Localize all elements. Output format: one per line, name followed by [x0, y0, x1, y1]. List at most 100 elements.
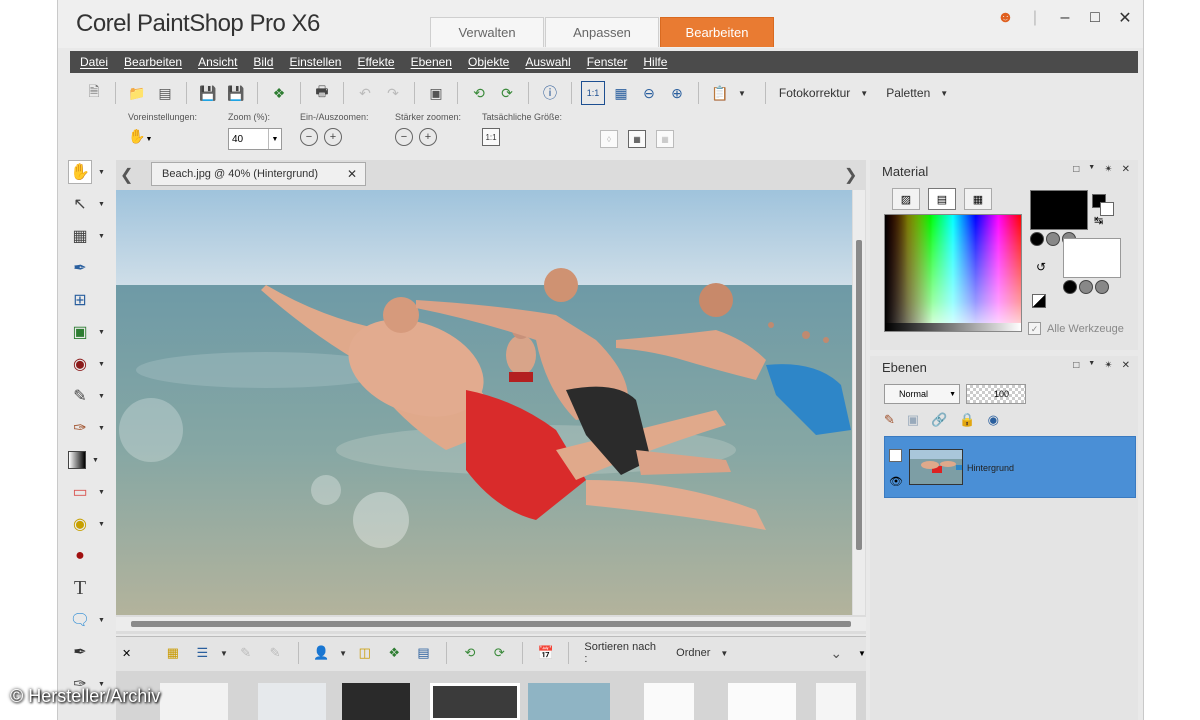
- makeover-tool[interactable]: ✎ ▼: [68, 382, 112, 410]
- chevron-down-icon[interactable]: ▼: [720, 649, 728, 658]
- menu-datei[interactable]: Datei: [80, 55, 108, 69]
- menu-ebenen[interactable]: Ebenen: [411, 55, 452, 69]
- chevron-down-icon[interactable]: ▼: [339, 649, 347, 658]
- swap-colors-icon[interactable]: ↺: [1036, 260, 1046, 274]
- color-spectrum[interactable]: [884, 214, 1022, 332]
- chevron-down-icon[interactable]: ▼: [98, 489, 105, 496]
- chevron-down-icon[interactable]: ▼: [268, 129, 281, 149]
- menu-bild[interactable]: Bild: [253, 55, 273, 69]
- zoom-out-icon[interactable]: ⊖: [637, 81, 661, 105]
- pattern-icon[interactable]: [1095, 280, 1109, 294]
- close-icon[interactable]: ✕: [1122, 360, 1130, 371]
- batch-icon[interactable]: ▤: [412, 641, 435, 665]
- user-icon[interactable]: ☻: [997, 9, 1014, 27]
- share-icon[interactable]: ❖: [382, 641, 405, 665]
- save-icon[interactable]: 💾: [196, 81, 220, 105]
- chevron-down-icon[interactable]: ▼: [98, 233, 105, 240]
- layer-row-hintergrund[interactable]: 👁 Hintergrund: [884, 436, 1136, 498]
- menu-objekte[interactable]: Objekte: [468, 55, 509, 69]
- selection-tool[interactable]: ▦ ▼: [68, 222, 112, 250]
- sort-select[interactable]: Ordner: [676, 647, 710, 659]
- layer-effects-icon[interactable]: ◉: [988, 412, 999, 428]
- chevron-down-icon[interactable]: ▼: [1088, 360, 1095, 371]
- new-layer-icon[interactable]: ✎: [884, 412, 895, 428]
- fit-window-icon[interactable]: ▦: [609, 81, 633, 105]
- color-icon[interactable]: [1030, 232, 1044, 246]
- pen-tool[interactable]: ✒: [68, 638, 112, 666]
- thumbnail-selected[interactable]: [430, 683, 520, 720]
- save-as-icon[interactable]: 💾: [224, 81, 248, 105]
- move-tool[interactable]: ▣ ▼: [68, 318, 112, 346]
- foreground-swatch[interactable]: [1030, 190, 1088, 230]
- thumbnail[interactable]: [342, 683, 410, 720]
- horizontal-scrollbar[interactable]: [116, 617, 866, 631]
- chevron-down-icon[interactable]: ▼: [1088, 164, 1095, 175]
- all-tools-option[interactable]: ✓ Alle Werkzeuge: [1028, 322, 1124, 335]
- thumbnail[interactable]: [728, 683, 796, 720]
- chevron-down-icon[interactable]: ▼: [858, 649, 866, 658]
- swap-icon[interactable]: ↹: [1094, 214, 1103, 227]
- all-tools-checkbox[interactable]: ✓: [1028, 322, 1041, 335]
- person-icon[interactable]: 👤: [310, 641, 333, 665]
- zoom-out-icon[interactable]: −: [300, 128, 318, 146]
- pan-preset-icon[interactable]: ✋▼: [128, 128, 152, 145]
- zoom-in-icon[interactable]: ⊕: [665, 81, 689, 105]
- fit-selection-icon[interactable]: ◊: [600, 130, 618, 148]
- pin-icon[interactable]: ✴: [1104, 164, 1112, 175]
- maximize-icon[interactable]: □: [1087, 9, 1103, 27]
- chevron-down-icon[interactable]: ▼: [738, 89, 746, 98]
- actual-size-icon[interactable]: 1:1: [581, 81, 605, 105]
- close-icon[interactable]: ✕: [122, 647, 131, 660]
- menu-ansicht[interactable]: Ansicht: [198, 55, 237, 69]
- chevron-down-icon[interactable]: ▼: [92, 457, 99, 464]
- edit-caption-icon[interactable]: ✎: [263, 641, 286, 665]
- minimize-icon[interactable]: –: [1057, 9, 1073, 27]
- info-icon[interactable]: ⓘ: [538, 81, 562, 105]
- opacity-field[interactable]: 100: [966, 384, 1026, 404]
- fotokorrektur-menu[interactable]: Fotokorrektur: [779, 86, 850, 100]
- picture-tube-tool[interactable]: ●: [68, 542, 112, 570]
- print-icon[interactable]: 🖶: [310, 81, 334, 105]
- scroll-thumb[interactable]: [131, 621, 851, 627]
- eye-icon[interactable]: 👁: [889, 475, 903, 488]
- gradient-icon[interactable]: [1046, 232, 1060, 246]
- rotate-right-icon[interactable]: ⟳: [495, 81, 519, 105]
- crop-tool[interactable]: ⊞: [68, 286, 112, 314]
- color-icon[interactable]: [1063, 280, 1077, 294]
- rainbow-tab-icon[interactable]: ▤: [928, 188, 956, 210]
- chevron-down-icon[interactable]: ▼: [98, 521, 105, 528]
- chevron-down-icon[interactable]: ▼: [220, 649, 228, 658]
- gradient-icon[interactable]: [1079, 280, 1093, 294]
- link-icon[interactable]: 🔗: [931, 412, 947, 428]
- menu-effekte[interactable]: Effekte: [357, 55, 394, 69]
- close-icon[interactable]: ✕: [1117, 8, 1133, 28]
- expand-icon[interactable]: ⌄: [830, 645, 842, 662]
- vertical-scrollbar[interactable]: [853, 190, 865, 615]
- chevron-down-icon[interactable]: ▼: [98, 617, 105, 624]
- new-file-icon[interactable]: 🗎: [82, 81, 106, 105]
- chevron-down-icon[interactable]: ▼: [98, 393, 105, 400]
- zoom-in-icon[interactable]: +: [324, 128, 342, 146]
- fit-screen-icon[interactable]: ▦: [656, 130, 674, 148]
- thumbnail[interactable]: [644, 683, 694, 720]
- dropper-tool[interactable]: ✒: [68, 254, 112, 282]
- rotate-right-icon[interactable]: ⟳: [488, 641, 511, 665]
- background-swatch[interactable]: [1063, 238, 1121, 278]
- pick-tool[interactable]: ↖ ▼: [68, 190, 112, 218]
- tab-verwalten[interactable]: Verwalten: [430, 17, 544, 47]
- panel-maximize-icon[interactable]: □: [1073, 360, 1079, 371]
- duplicate-layer-icon[interactable]: ▣: [907, 412, 919, 428]
- thumbnail[interactable]: [160, 683, 228, 720]
- scroll-thumb[interactable]: [856, 240, 862, 550]
- pin-icon[interactable]: ✴: [1104, 360, 1112, 371]
- chevron-down-icon[interactable]: ▼: [949, 391, 956, 398]
- edit-tag-icon[interactable]: ✎: [234, 641, 257, 665]
- navigation-icon[interactable]: ▦: [161, 641, 184, 665]
- tab-anpassen[interactable]: Anpassen: [545, 17, 659, 47]
- redo-icon[interactable]: ↷: [381, 81, 405, 105]
- brush-tool[interactable]: ✑ ▼: [68, 414, 112, 442]
- panel-maximize-icon[interactable]: □: [1073, 164, 1079, 175]
- zoom-more-out-icon[interactable]: −: [395, 128, 413, 146]
- menu-fenster[interactable]: Fenster: [587, 55, 628, 69]
- menu-auswahl[interactable]: Auswahl: [525, 55, 570, 69]
